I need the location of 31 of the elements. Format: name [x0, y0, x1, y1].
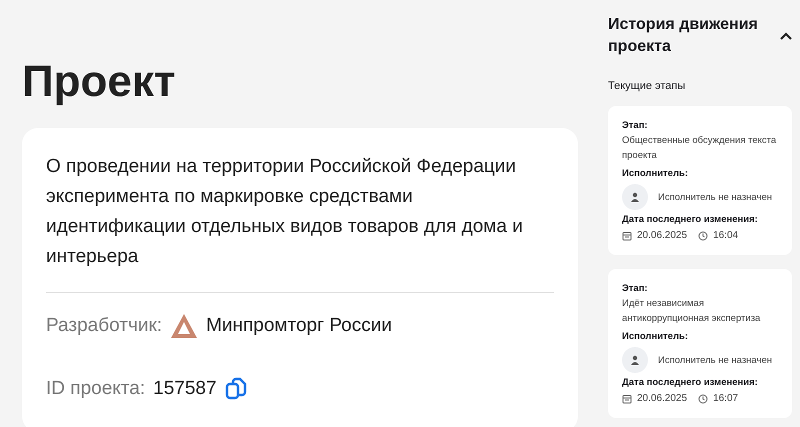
copy-icon[interactable] [224, 377, 247, 401]
date-label: Дата последнего изменения: [622, 214, 759, 225]
date-label: Дата последнего изменения: [622, 377, 759, 388]
calendar-icon [622, 394, 632, 404]
project-description: О проведении на территории Российской Федерации эксперимента по маркировке средствами идентификации отдельных видов товаров для дома и интерьера [46, 152, 554, 293]
chevron-up-icon[interactable] [780, 32, 792, 40]
project-id-label: ID проекта: [46, 378, 146, 400]
clock-icon [698, 394, 708, 404]
clock-icon [698, 230, 708, 240]
avatar-icon [622, 184, 648, 210]
page-title: Проект [22, 58, 176, 106]
time-text: 16:07 [713, 393, 738, 404]
stage-label: Этап: [622, 120, 649, 131]
time-text: 16:04 [713, 230, 738, 241]
developer-label: Разработчик: [46, 315, 162, 337]
assignee-label: Исполнитель: [622, 331, 690, 342]
stage-name: Идёт независимая антикоррупционная экспертиза [622, 297, 762, 326]
stage-label: Этап: [622, 283, 649, 294]
calendar-icon [622, 230, 632, 240]
project-id: 157587 [153, 378, 217, 400]
avatar-icon [622, 347, 648, 373]
assignee-label: Исполнитель: [622, 168, 690, 179]
date-text: 20.06.2025 [637, 230, 688, 241]
date-text: 20.06.2025 [637, 393, 688, 404]
assignee-name: Исполнитель не назначен [658, 354, 772, 368]
triangle-logo-icon [170, 313, 198, 339]
assignee-name: Исполнитель не назначен [658, 190, 772, 204]
stage-name: Общественные обсуждения текста проекта [622, 134, 778, 163]
developer-name: Минпромторг России [206, 315, 392, 337]
current-stages-label: Текущие этапы [608, 80, 686, 92]
history-title: История движения проекта [608, 15, 759, 57]
